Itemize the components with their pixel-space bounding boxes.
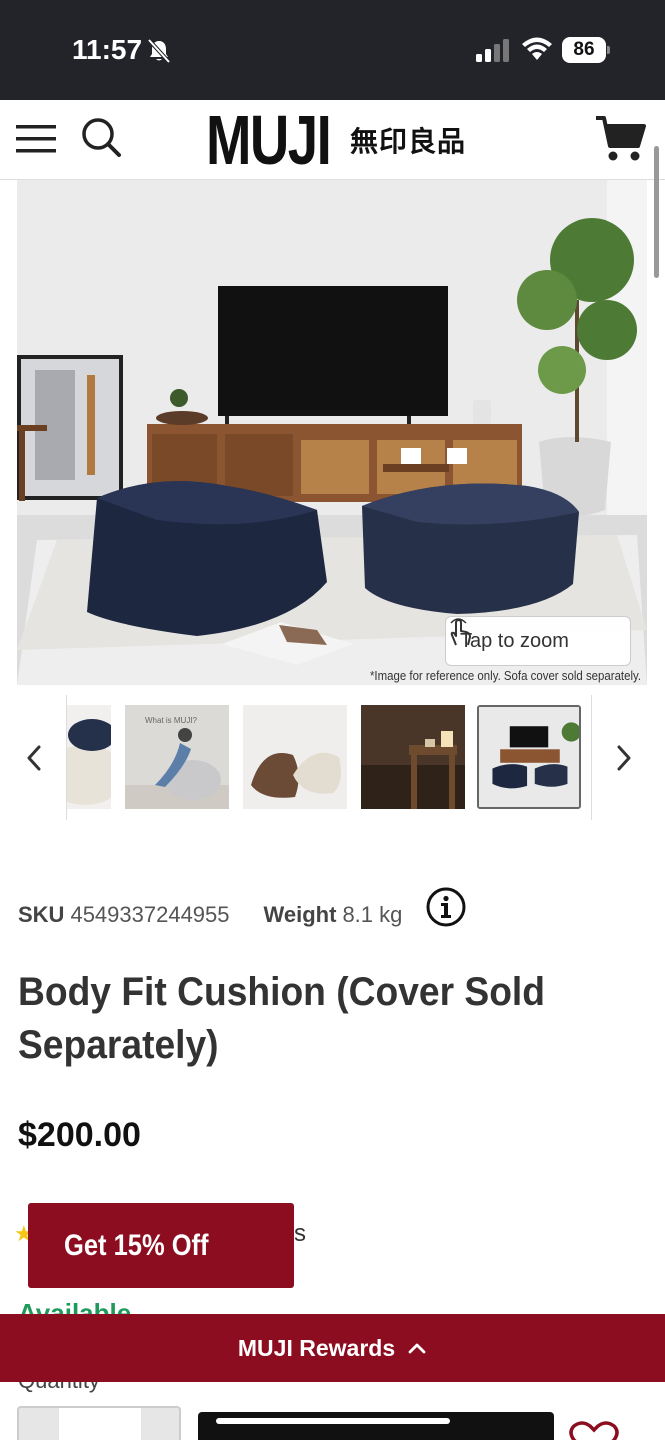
thumb-person-on-cushion: What is MUJI?: [125, 705, 229, 809]
get-discount-button[interactable]: Get 15% Off: [28, 1203, 294, 1288]
logo-kanji: 無印良品: [350, 125, 467, 158]
main-product-image[interactable]: Tap to zoom *Image for reference only. S…: [17, 180, 647, 685]
sku-value: 4549337244955: [70, 902, 230, 927]
product-price: $200.00: [18, 1116, 141, 1154]
status-bar: 11:57 86: [0, 0, 665, 100]
thumbnail-3[interactable]: [243, 705, 347, 809]
product-meta: SKU 4549337244955 Weight 8.1 kg: [18, 902, 402, 928]
tap-to-zoom-button[interactable]: Tap to zoom: [445, 616, 631, 666]
thumb-table-lamp: [361, 705, 465, 809]
thumbnail-4[interactable]: [361, 705, 465, 809]
thumbnail-2[interactable]: What is MUJI?: [125, 705, 229, 809]
chevron-right-icon[interactable]: [610, 743, 636, 773]
muji-logo[interactable]: MUJI 無印良品: [206, 101, 467, 179]
battery-tip: [607, 46, 610, 54]
search-icon[interactable]: [80, 116, 122, 158]
wifi-icon: [522, 37, 552, 60]
thumbnail-5[interactable]: [477, 705, 581, 809]
chevron-left-icon[interactable]: [22, 743, 48, 773]
menu-icon[interactable]: [16, 122, 56, 156]
muji-rewards-bar[interactable]: MUJI Rewards: [0, 1314, 665, 1382]
chevron-up-icon: [408, 1343, 426, 1354]
add-to-cart-button[interactable]: [198, 1412, 554, 1440]
thumbnail-track: What is MUJI?: [66, 695, 592, 820]
svg-text:What is MUJI?: What is MUJI?: [145, 716, 198, 725]
heart-icon[interactable]: [566, 1420, 622, 1440]
tap-hand-icon: [450, 618, 471, 646]
thumbnail-carousel: What is MUJI?: [0, 695, 665, 820]
product-title: Body Fit Cushion (Cover Sold Separately): [18, 970, 546, 1067]
living-room-photo: [17, 180, 647, 685]
status-time: 11:57: [72, 34, 143, 65]
button-highlight: [216, 1418, 450, 1424]
thumb-cushion-white-navy: [67, 705, 111, 809]
promo-label: Get 15% Off: [64, 1228, 209, 1262]
image-disclaimer: *Image for reference only. Sofa cover so…: [369, 668, 641, 683]
battery-level: 86: [562, 37, 606, 63]
sku-label: SKU: [18, 902, 65, 927]
info-icon[interactable]: [425, 886, 467, 928]
thumb-brown-white-cushions: [243, 705, 347, 809]
weight-label: Weight: [263, 902, 337, 927]
bell-slash-icon: [147, 38, 171, 64]
weight-value: 8.1 kg: [342, 902, 403, 927]
quantity-stepper[interactable]: [17, 1406, 181, 1440]
cart-icon[interactable]: [594, 112, 646, 164]
thumbnail-1[interactable]: [67, 705, 111, 809]
site-header: MUJI 無印良品: [0, 100, 665, 180]
logo-wordmark: MUJI: [206, 101, 332, 179]
thumb-living-room: [479, 707, 579, 807]
zoom-label: Tap to zoom: [460, 629, 569, 652]
page-scrollbar[interactable]: [654, 146, 659, 278]
signal-icon: [476, 39, 509, 62]
reviews-count-text[interactable]: s: [294, 1220, 306, 1248]
battery-icon: 86: [562, 37, 610, 63]
rewards-label: MUJI Rewards: [237, 1334, 396, 1361]
quantity-input[interactable]: [59, 1408, 141, 1440]
